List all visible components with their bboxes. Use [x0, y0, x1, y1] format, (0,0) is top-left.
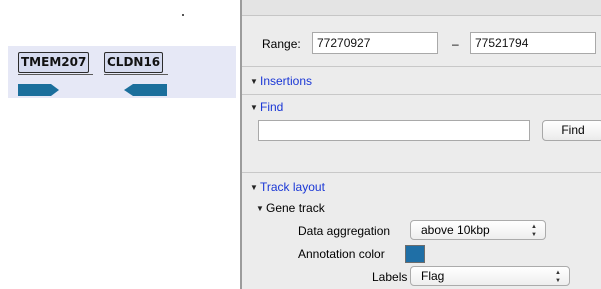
labels-select[interactable]: Flag ▲ ▼	[410, 266, 570, 286]
gene-line-tmem207	[18, 74, 93, 75]
range-label: Range:	[262, 37, 301, 51]
gene-arrow-cldn16[interactable]	[124, 84, 168, 96]
panel-top-strip	[242, 0, 601, 16]
annotation-color-swatch[interactable]	[405, 245, 425, 263]
section-insertions-label: Insertions	[260, 74, 313, 88]
separator	[242, 66, 601, 67]
gene-track-header[interactable]: ▼ Gene track	[256, 200, 325, 217]
labels-value: Flag	[421, 269, 445, 283]
section-track-layout[interactable]: ▼ Track layout	[250, 179, 325, 196]
marker-dot	[182, 14, 184, 16]
gene-arrow-tmem207[interactable]	[18, 84, 60, 96]
section-track-layout-label: Track layout	[260, 180, 325, 194]
data-aggregation-label: Data aggregation	[298, 224, 391, 238]
annotation-color-label: Annotation color	[298, 247, 385, 261]
section-find-label: Find	[260, 100, 284, 114]
range-separator: –	[452, 37, 459, 51]
disclosure-triangle-icon: ▼	[250, 77, 258, 86]
find-input[interactable]	[258, 120, 530, 141]
gene-label-cldn16[interactable]: CLDN16	[104, 52, 164, 73]
updown-arrows-icon: ▲ ▼	[531, 224, 537, 238]
disclosure-triangle-icon: ▼	[250, 183, 258, 192]
separator	[242, 172, 601, 173]
section-find[interactable]: ▼ Find	[250, 99, 283, 116]
updown-arrows-icon: ▲ ▼	[555, 270, 561, 284]
gene-label-tmem207[interactable]: TMEM207	[18, 52, 90, 73]
find-button[interactable]: Find	[542, 120, 601, 141]
gene-track-title: Gene track	[266, 201, 325, 215]
disclosure-triangle-icon: ▼	[250, 103, 258, 112]
data-aggregation-value: above 10kbp	[421, 223, 490, 237]
range-start-input[interactable]: 77270927	[312, 32, 438, 54]
range-end-input[interactable]: 77521794	[470, 32, 596, 54]
gene-line-cldn16	[104, 74, 168, 75]
labels-label: Labels	[372, 270, 408, 284]
data-aggregation-select[interactable]: above 10kbp ▲ ▼	[410, 220, 546, 240]
panel-divider[interactable]	[240, 0, 242, 289]
disclosure-triangle-icon: ▼	[256, 204, 264, 213]
separator	[242, 94, 601, 95]
section-insertions[interactable]: ▼ Insertions	[250, 73, 312, 90]
